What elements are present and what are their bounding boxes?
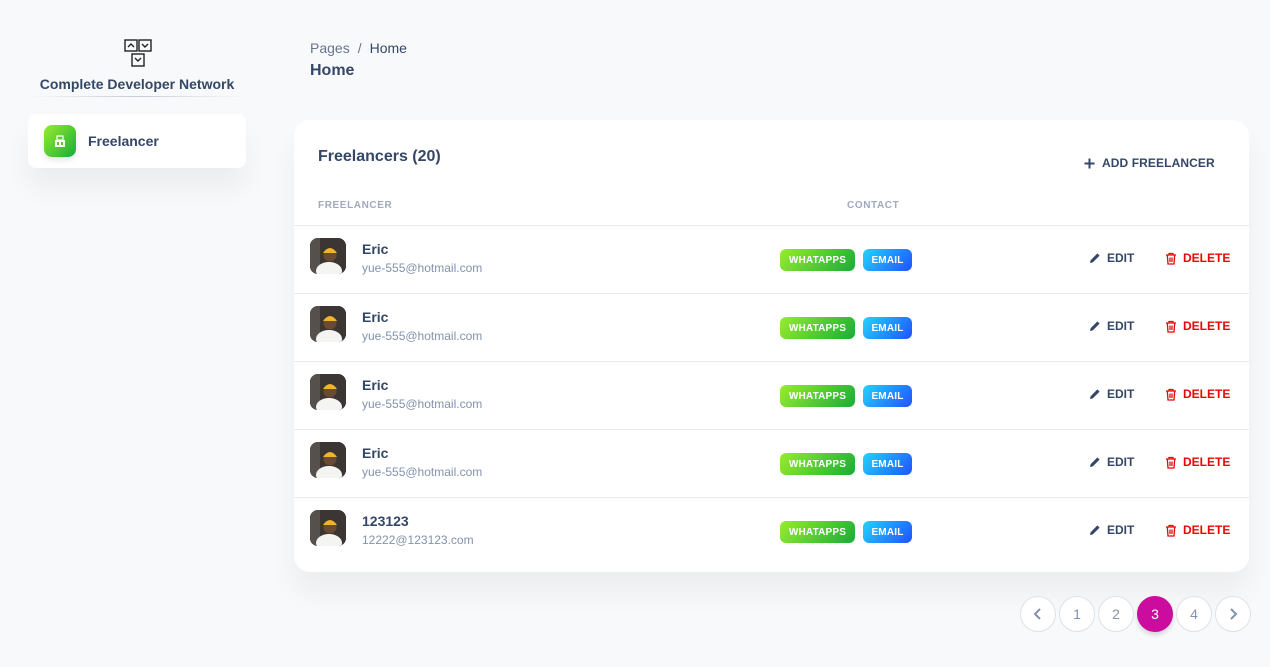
whatsapp-button[interactable]: WHATAPPS (780, 249, 855, 271)
freelancer-email: yue-555@hotmail.com (362, 329, 483, 343)
pagination: 1 2 3 4 (1020, 596, 1251, 632)
whatsapp-button[interactable]: WHATAPPS (780, 317, 855, 339)
delete-label: DELETE (1183, 455, 1231, 469)
edit-label: EDIT (1107, 523, 1135, 537)
delete-button[interactable]: DELETE (1165, 387, 1230, 401)
plus-icon (1084, 158, 1095, 168)
pencil-icon (1090, 389, 1100, 399)
freelancer-email: yue-555@hotmail.com (362, 261, 483, 275)
trash-icon (1166, 252, 1176, 265)
sidebar: Complete Developer Network Freelancer (0, 0, 270, 667)
page-title: Home (310, 62, 355, 79)
pagination-prev-button[interactable] (1020, 596, 1056, 632)
edit-button[interactable]: EDIT (1089, 319, 1134, 333)
avatar (310, 510, 346, 546)
pagination-page-3[interactable]: 3 (1137, 596, 1173, 632)
freelancer-name: Eric (362, 377, 389, 393)
freelancer-table: Eric yue-555@hotmail.com WHATAPPS EMAIL … (294, 225, 1249, 565)
freelancer-email: yue-555@hotmail.com (362, 397, 483, 411)
freelancer-email: 12222@123123.com (362, 533, 474, 547)
trash-icon (1166, 388, 1176, 401)
email-button[interactable]: EMAIL (863, 317, 912, 339)
trash-icon (1166, 456, 1176, 469)
edit-label: EDIT (1107, 387, 1135, 401)
email-button[interactable]: EMAIL (863, 453, 912, 475)
freelancer-name: Eric (362, 309, 389, 325)
breadcrumb-current: Home (369, 40, 407, 56)
delete-label: DELETE (1183, 319, 1231, 333)
avatar (310, 442, 346, 478)
chevron-left-icon (1033, 608, 1041, 620)
network-logo-icon (124, 39, 152, 67)
table-row: 123123 12222@123123.com WHATAPPS EMAIL E… (294, 497, 1249, 565)
email-button[interactable]: EMAIL (863, 249, 912, 271)
column-header-contact: CONTACT (847, 200, 900, 211)
freelancer-email: yue-555@hotmail.com (362, 465, 483, 479)
trash-icon (1166, 524, 1176, 537)
delete-button[interactable]: DELETE (1165, 319, 1230, 333)
pagination-page-2[interactable]: 2 (1098, 596, 1134, 632)
edit-label: EDIT (1107, 251, 1135, 265)
pagination-page-1[interactable]: 1 (1059, 596, 1095, 632)
edit-button[interactable]: EDIT (1089, 455, 1134, 469)
pencil-icon (1090, 525, 1100, 535)
edit-button[interactable]: EDIT (1089, 251, 1134, 265)
email-button[interactable]: EMAIL (863, 385, 912, 407)
pagination-next-button[interactable] (1215, 596, 1251, 632)
card-title: Freelancers (20) (318, 148, 441, 165)
avatar (310, 306, 346, 342)
brand[interactable]: Complete Developer Network (28, 36, 246, 96)
table-row: Eric yue-555@hotmail.com WHATAPPS EMAIL … (294, 225, 1249, 293)
delete-button[interactable]: DELETE (1165, 523, 1230, 537)
sidebar-item-label: Freelancer (88, 133, 159, 149)
delete-label: DELETE (1183, 523, 1231, 537)
whatsapp-button[interactable]: WHATAPPS (780, 453, 855, 475)
freelancer-name: Eric (362, 445, 389, 461)
edit-button[interactable]: EDIT (1089, 387, 1134, 401)
avatar (310, 374, 346, 410)
brand-name: Complete Developer Network (39, 76, 235, 92)
email-button[interactable]: EMAIL (863, 521, 912, 543)
delete-button[interactable]: DELETE (1165, 455, 1230, 469)
freelancer-name: Eric (362, 241, 389, 257)
whatsapp-button[interactable]: WHATAPPS (780, 385, 855, 407)
edit-button[interactable]: EDIT (1089, 523, 1134, 537)
whatsapp-button[interactable]: WHATAPPS (780, 521, 855, 543)
trash-icon (1166, 320, 1176, 333)
pencil-icon (1090, 253, 1100, 263)
freelancer-name: 123123 (362, 513, 409, 529)
delete-label: DELETE (1183, 387, 1231, 401)
breadcrumb-separator: / (357, 40, 362, 56)
sidebar-divider (28, 96, 246, 97)
delete-label: DELETE (1183, 251, 1231, 265)
table-row: Eric yue-555@hotmail.com WHATAPPS EMAIL … (294, 361, 1249, 429)
avatar (310, 238, 346, 274)
delete-button[interactable]: DELETE (1165, 251, 1230, 265)
edit-label: EDIT (1107, 319, 1135, 333)
sidebar-item-freelancer[interactable]: Freelancer (28, 114, 246, 168)
edit-label: EDIT (1107, 455, 1135, 469)
shop-icon (44, 125, 76, 157)
breadcrumb: Pages / Home (310, 40, 407, 56)
pencil-icon (1090, 321, 1100, 331)
column-header-freelancer: FREELANCER (318, 200, 393, 211)
add-freelancer-label: ADD FREELANCER (1102, 156, 1215, 170)
table-row: Eric yue-555@hotmail.com WHATAPPS EMAIL … (294, 429, 1249, 497)
breadcrumb-pages-link[interactable]: Pages (310, 40, 350, 56)
pagination-page-4[interactable]: 4 (1176, 596, 1212, 632)
pencil-icon (1090, 457, 1100, 467)
add-freelancer-button[interactable]: ADD FREELANCER (1084, 156, 1215, 170)
table-row: Eric yue-555@hotmail.com WHATAPPS EMAIL … (294, 293, 1249, 361)
chevron-right-icon (1230, 608, 1238, 620)
freelancers-card: Freelancers (20) ADD FREELANCER FREELANC… (294, 120, 1249, 572)
